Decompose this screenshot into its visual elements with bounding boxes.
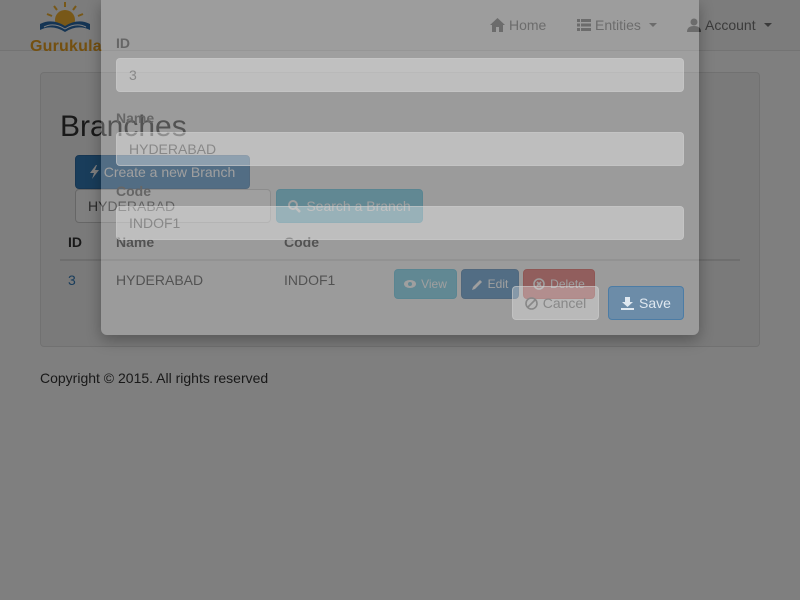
cancel-button[interactable]: Cancel [512,286,599,320]
name-label: Name [116,110,155,126]
download-icon [621,296,635,310]
code-field[interactable] [116,206,684,240]
id-field[interactable] [116,58,684,92]
code-label: Code [116,183,151,199]
save-button[interactable]: Save [608,286,684,320]
cancel-label: Cancel [542,295,587,311]
save-label: Save [639,295,671,311]
edit-branch-modal [101,0,699,335]
ban-circle-icon [524,296,538,310]
name-field[interactable] [116,132,684,166]
id-label: ID [116,35,130,51]
